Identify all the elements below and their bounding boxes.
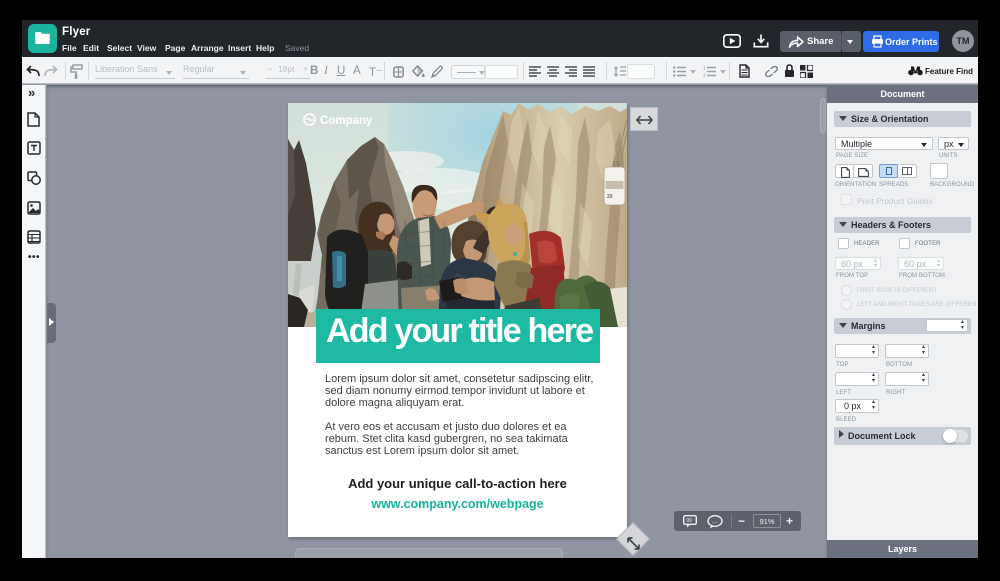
- svg-text:99: 99: [686, 518, 692, 524]
- svg-text:20: 20: [607, 194, 613, 200]
- svg-text:…: …: [712, 519, 718, 525]
- svg-text:2: 2: [703, 73, 706, 77]
- svg-text:1: 1: [703, 66, 706, 72]
